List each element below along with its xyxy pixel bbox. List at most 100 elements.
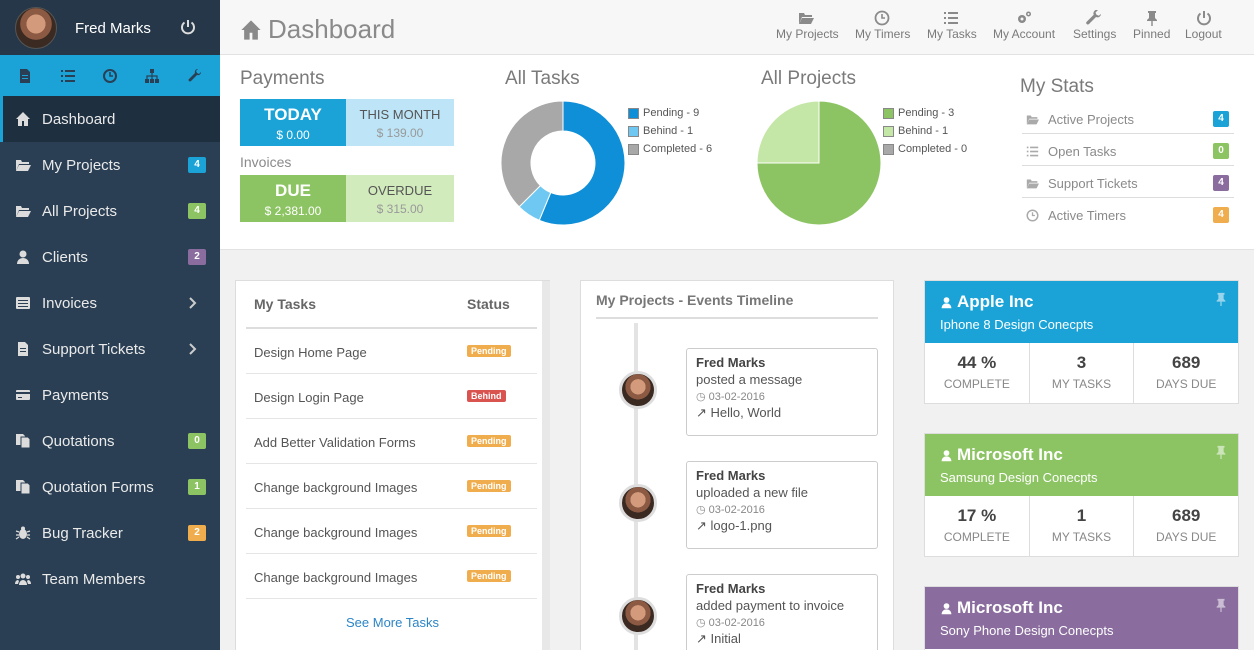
legend-behind: Behind - 1 <box>628 125 693 137</box>
nav-my-tasks[interactable]: My Tasks <box>927 0 977 55</box>
project-name: Samsung Design Conecpts <box>940 470 1098 485</box>
task-name: Change background Images <box>254 480 418 495</box>
tasks-header-status: Status <box>467 296 510 312</box>
file-icon[interactable] <box>18 68 32 83</box>
legend-swatch <box>883 107 894 119</box>
count-badge: 4 <box>188 203 206 219</box>
sidebar-item-bug-tracker[interactable]: Bug Tracker 2 <box>0 510 220 556</box>
task-row[interactable]: Design Home Page Pending <box>246 329 537 374</box>
event-link-text: Initial <box>710 631 741 646</box>
legend-pending: Pending - 3 <box>883 107 954 119</box>
project-card-header[interactable]: Microsoft Inc Sony Phone Design Conecpts <box>925 587 1238 649</box>
stat-active-timers[interactable]: Active Timers 4 <box>1022 199 1234 230</box>
sidebar-item-label: Bug Tracker <box>42 524 123 542</box>
project-client-text: Apple Inc <box>957 292 1034 311</box>
today-box[interactable]: TODAY $ 0.00 <box>240 99 346 146</box>
task-row[interactable]: Change background Images Pending <box>246 554 537 599</box>
legend-label: Completed - 0 <box>898 143 968 155</box>
see-more-tasks-link[interactable]: See More Tasks <box>346 615 439 630</box>
legend-swatch <box>628 143 639 155</box>
legend-label: Behind - 1 <box>643 125 694 137</box>
project-client-text: Microsoft Inc <box>957 445 1063 464</box>
sidebar-item-label: Invoices <box>42 294 98 312</box>
sidebar-item-payments[interactable]: Payments <box>0 372 220 418</box>
project-card: Microsoft Inc Sony Phone Design Conecpts <box>924 586 1239 650</box>
sidebar-item-team-members[interactable]: Team Members <box>0 556 220 602</box>
sidebar-item-quotation-forms[interactable]: Quotation Forms 1 <box>0 464 220 510</box>
sidebar-item-dashboard[interactable]: Dashboard <box>0 96 220 142</box>
user-icon <box>941 296 952 308</box>
power-icon[interactable] <box>180 19 196 35</box>
nav-label: My Projects <box>776 27 839 41</box>
sidebar-item-invoices[interactable]: Invoices <box>0 280 220 326</box>
top-bar: Dashboard My Projects My Timers My Tasks… <box>220 0 1254 55</box>
stat-value: 689 <box>1171 353 1201 372</box>
list-icon[interactable] <box>60 69 75 83</box>
clock-icon: ◷ <box>696 617 709 629</box>
event-link[interactable]: ↗ Hello, World <box>696 405 868 421</box>
scrollbar[interactable] <box>542 281 550 650</box>
folder-open-icon <box>16 206 31 217</box>
event-user: Fred Marks <box>696 468 766 483</box>
sidebar-item-label: Payments <box>42 386 109 404</box>
timeline-title: My Projects - Events Timeline <box>596 292 794 308</box>
stat-badge: 4 <box>1213 175 1229 191</box>
project-card-header[interactable]: Apple Inc Iphone 8 Design Conecpts <box>925 281 1238 343</box>
project-card-header[interactable]: Microsoft Inc Samsung Design Conecpts <box>925 434 1238 496</box>
nav-logout[interactable]: Logout <box>1185 0 1223 55</box>
pin-icon[interactable] <box>1214 444 1228 460</box>
stat-open-tasks[interactable]: Open Tasks 0 <box>1022 135 1234 166</box>
due-box[interactable]: DUE $ 2,381.00 <box>240 175 346 222</box>
sidebar: Fred Marks Dashboard My Projects 4 All P… <box>0 0 220 650</box>
status-badge: Behind <box>467 390 506 402</box>
nav-pinned[interactable]: Pinned <box>1133 0 1171 55</box>
event-link[interactable]: ↗ Initial <box>696 631 868 647</box>
sidebar-item-clients[interactable]: Clients 2 <box>0 234 220 280</box>
sidebar-item-support-tickets[interactable]: Support Tickets <box>0 326 220 372</box>
stat-value: 3 <box>1076 353 1087 372</box>
month-value: $ 139.00 <box>376 126 424 140</box>
stat-support-tickets[interactable]: Support Tickets 4 <box>1022 167 1234 198</box>
event-date-text: 03-02-2016 <box>708 391 765 403</box>
nav-my-account[interactable]: My Account <box>993 0 1055 55</box>
power-icon <box>1197 11 1211 26</box>
event-action: uploaded a new file <box>696 485 809 500</box>
project-client: Apple Inc <box>940 292 1034 312</box>
sidebar-item-my-projects[interactable]: My Projects 4 <box>0 142 220 188</box>
nav-settings[interactable]: Settings <box>1073 0 1116 55</box>
this-month-box[interactable]: THIS MONTH $ 139.00 <box>346 99 454 146</box>
task-row[interactable]: Change background Images Pending <box>246 464 537 509</box>
sidebar-item-label: Quotations <box>42 432 115 450</box>
nav-label: Logout <box>1185 27 1222 41</box>
task-row[interactable]: Design Login Page Behind <box>246 374 537 419</box>
folder-open-icon <box>799 13 814 24</box>
sitemap-icon[interactable] <box>145 68 160 83</box>
my-tasks-panel: My Tasks Status Design Home Page Pending… <box>235 280 550 650</box>
wrench-icon <box>1086 10 1101 25</box>
event-user: Fred Marks <box>696 355 766 370</box>
user-avatar[interactable] <box>15 7 57 49</box>
stat-complete: 44 % COMPLETE <box>925 343 1030 403</box>
timeline-event: Fred Marks uploaded a new file ◷ 03-02-2… <box>686 461 878 549</box>
home-icon <box>241 19 261 40</box>
task-name: Design Login Page <box>254 390 364 405</box>
task-row[interactable]: Add Better Validation Forms Pending <box>246 419 537 464</box>
wrench-icon[interactable] <box>188 68 202 83</box>
stat-label: Active Timers <box>1048 208 1127 223</box>
sidebar-item-quotations[interactable]: Quotations 0 <box>0 418 220 464</box>
task-row[interactable]: Change background Images Pending <box>246 509 537 554</box>
overdue-box[interactable]: OVERDUE $ 315.00 <box>346 175 454 222</box>
clock-icon[interactable] <box>102 68 117 83</box>
event-date-text: 03-02-2016 <box>708 504 765 516</box>
event-user: Fred Marks <box>696 581 766 596</box>
event-link[interactable]: ↗ logo-1.png <box>696 518 868 534</box>
stat-label: Active Projects <box>1048 112 1134 127</box>
pin-icon[interactable] <box>1214 597 1228 613</box>
count-badge: 2 <box>188 525 206 541</box>
nav-my-projects[interactable]: My Projects <box>776 0 839 55</box>
pin-icon[interactable] <box>1214 291 1228 307</box>
nav-my-timers[interactable]: My Timers <box>855 0 910 55</box>
sidebar-item-all-projects[interactable]: All Projects 4 <box>0 188 220 234</box>
page-title-text: Dashboard <box>268 14 396 44</box>
stat-active-projects[interactable]: Active Projects 4 <box>1022 103 1234 134</box>
